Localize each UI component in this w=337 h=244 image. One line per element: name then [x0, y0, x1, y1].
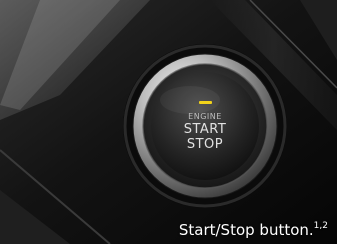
button-label-stop: STOP [186, 137, 224, 152]
caption-footnote: 1,2 [313, 221, 328, 231]
image-frame: ENGINE START STOP Start/Stop button.1,2 [0, 0, 337, 244]
button-label-start: START [183, 122, 227, 137]
button-label: ENGINE START STOP [165, 112, 245, 152]
button-label-engine: ENGINE [188, 112, 222, 121]
caption-text: Start/Stop button. [178, 221, 314, 239]
indicator-light [199, 101, 212, 104]
photo-caption: Start/Stop button.1,2 [179, 221, 328, 239]
